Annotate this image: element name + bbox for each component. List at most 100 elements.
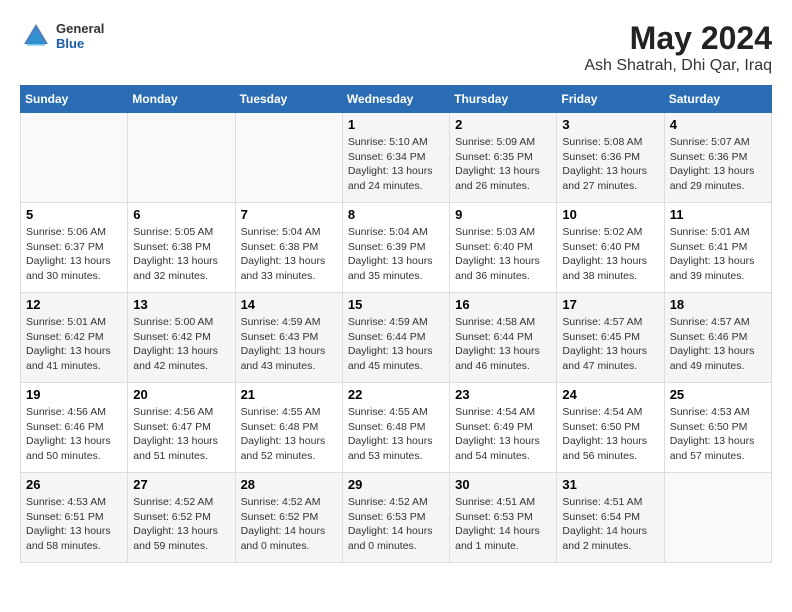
logo-general: General <box>56 21 104 36</box>
day-info: Sunrise: 4:53 AM Sunset: 6:50 PM Dayligh… <box>670 405 766 464</box>
calendar-cell <box>21 113 128 203</box>
calendar-cell <box>664 473 771 563</box>
calendar-week-row: 1 Sunrise: 5:10 AM Sunset: 6:34 PM Daylig… <box>21 113 772 203</box>
calendar-cell: 26 Sunrise: 4:53 AM Sunset: 6:51 PM Dayli… <box>21 473 128 563</box>
day-number: 7 <box>241 207 337 222</box>
day-number: 4 <box>670 117 766 132</box>
logo-icon <box>20 20 52 52</box>
calendar-cell: 2Sunrise: 5:09 AM Sunset: 6:35 PM Daylig… <box>450 113 557 203</box>
day-number: 30 <box>455 477 551 492</box>
day-info: Sunrise: 5:04 AM Sunset: 6:38 PM Dayligh… <box>241 225 337 284</box>
calendar-header-row: SundayMondayTuesdayWednesdayThursdayFrid… <box>21 86 772 113</box>
title-block: May 2024 Ash Shatrah, Dhi Qar, Iraq <box>584 20 772 75</box>
calendar-cell: 27 Sunrise: 4:52 AM Sunset: 6:52 PM Dayli… <box>128 473 235 563</box>
day-info: Sunrise: 5:08 AM Sunset: 6:36 PM Dayligh… <box>562 135 658 194</box>
day-number: 16 <box>455 297 551 312</box>
day-info: Sunrise: 4:59 AM Sunset: 6:43 PM Dayligh… <box>241 315 337 374</box>
day-info: Sunrise: 4:58 AM Sunset: 6:44 PM Dayligh… <box>455 315 551 374</box>
calendar-cell: 10Sunrise: 5:02 AM Sunset: 6:40 PM Dayli… <box>557 203 664 293</box>
day-number: 26 <box>26 477 122 492</box>
calendar-cell: 18Sunrise: 4:57 AM Sunset: 6:46 PM Dayli… <box>664 293 771 383</box>
day-info: Sunrise: 5:00 AM Sunset: 6:42 PM Dayligh… <box>133 315 229 374</box>
day-number: 13 <box>133 297 229 312</box>
day-info: Sunrise: 5:05 AM Sunset: 6:38 PM Dayligh… <box>133 225 229 284</box>
day-info: Sunrise: 4:53 AM Sunset: 6:51 PM Dayligh… <box>26 495 122 554</box>
header-day-sunday: Sunday <box>21 86 128 113</box>
day-info: Sunrise: 5:06 AM Sunset: 6:37 PM Dayligh… <box>26 225 122 284</box>
day-info: Sunrise: 4:51 AM Sunset: 6:53 PM Dayligh… <box>455 495 551 554</box>
day-info: Sunrise: 4:55 AM Sunset: 6:48 PM Dayligh… <box>241 405 337 464</box>
day-number: 14 <box>241 297 337 312</box>
day-number: 11 <box>670 207 766 222</box>
page-title: May 2024 <box>584 20 772 57</box>
page-subtitle: Ash Shatrah, Dhi Qar, Iraq <box>584 57 772 75</box>
header-day-wednesday: Wednesday <box>342 86 449 113</box>
calendar-cell: 24 Sunrise: 4:54 AM Sunset: 6:50 PM Dayli… <box>557 383 664 473</box>
day-info: Sunrise: 5:07 AM Sunset: 6:36 PM Dayligh… <box>670 135 766 194</box>
day-info: Sunrise: 5:01 AM Sunset: 6:42 PM Dayligh… <box>26 315 122 374</box>
calendar-week-row: 19 Sunrise: 4:56 AM Sunset: 6:46 PM Dayli… <box>21 383 772 473</box>
day-number: 28 <box>241 477 337 492</box>
day-info: Sunrise: 5:10 AM Sunset: 6:34 PM Dayligh… <box>348 135 444 194</box>
day-number: 5 <box>26 207 122 222</box>
calendar-cell: 12 Sunrise: 5:01 AM Sunset: 6:42 PM Dayli… <box>21 293 128 383</box>
calendar-cell: 19 Sunrise: 4:56 AM Sunset: 6:46 PM Dayli… <box>21 383 128 473</box>
header-day-thursday: Thursday <box>450 86 557 113</box>
day-number: 3 <box>562 117 658 132</box>
calendar-cell: 11Sunrise: 5:01 AM Sunset: 6:41 PM Dayli… <box>664 203 771 293</box>
day-number: 20 <box>133 387 229 402</box>
calendar-cell: 7 Sunrise: 5:04 AM Sunset: 6:38 PM Daylig… <box>235 203 342 293</box>
day-number: 31 <box>562 477 658 492</box>
calendar-cell: 5 Sunrise: 5:06 AM Sunset: 6:37 PM Daylig… <box>21 203 128 293</box>
header-day-friday: Friday <box>557 86 664 113</box>
calendar-cell: 16 Sunrise: 4:58 AM Sunset: 6:44 PM Dayli… <box>450 293 557 383</box>
day-number: 27 <box>133 477 229 492</box>
calendar-cell: 23Sunrise: 4:54 AM Sunset: 6:49 PM Dayli… <box>450 383 557 473</box>
calendar-cell: 3 Sunrise: 5:08 AM Sunset: 6:36 PM Daylig… <box>557 113 664 203</box>
day-number: 15 <box>348 297 444 312</box>
day-info: Sunrise: 4:56 AM Sunset: 6:46 PM Dayligh… <box>26 405 122 464</box>
calendar-table: SundayMondayTuesdayWednesdayThursdayFrid… <box>20 85 772 563</box>
calendar-cell: 20 Sunrise: 4:56 AM Sunset: 6:47 PM Dayli… <box>128 383 235 473</box>
calendar-cell: 1 Sunrise: 5:10 AM Sunset: 6:34 PM Daylig… <box>342 113 449 203</box>
calendar-cell: 29Sunrise: 4:52 AM Sunset: 6:53 PM Dayli… <box>342 473 449 563</box>
header-day-tuesday: Tuesday <box>235 86 342 113</box>
calendar-cell <box>235 113 342 203</box>
header-day-saturday: Saturday <box>664 86 771 113</box>
day-number: 24 <box>562 387 658 402</box>
day-number: 17 <box>562 297 658 312</box>
day-number: 12 <box>26 297 122 312</box>
header-day-monday: Monday <box>128 86 235 113</box>
calendar-cell: 22Sunrise: 4:55 AM Sunset: 6:48 PM Dayli… <box>342 383 449 473</box>
calendar-week-row: 12 Sunrise: 5:01 AM Sunset: 6:42 PM Dayli… <box>21 293 772 383</box>
day-number: 1 <box>348 117 444 132</box>
day-number: 23 <box>455 387 551 402</box>
page-header: General Blue May 2024 Ash Shatrah, Dhi Q… <box>20 20 772 75</box>
day-info: Sunrise: 4:51 AM Sunset: 6:54 PM Dayligh… <box>562 495 658 554</box>
calendar-week-row: 5 Sunrise: 5:06 AM Sunset: 6:37 PM Daylig… <box>21 203 772 293</box>
calendar-cell: 6 Sunrise: 5:05 AM Sunset: 6:38 PM Daylig… <box>128 203 235 293</box>
day-info: Sunrise: 4:52 AM Sunset: 6:53 PM Dayligh… <box>348 495 444 554</box>
day-info: Sunrise: 5:04 AM Sunset: 6:39 PM Dayligh… <box>348 225 444 284</box>
day-info: Sunrise: 4:57 AM Sunset: 6:46 PM Dayligh… <box>670 315 766 374</box>
day-info: Sunrise: 4:52 AM Sunset: 6:52 PM Dayligh… <box>241 495 337 554</box>
calendar-cell: 25 Sunrise: 4:53 AM Sunset: 6:50 PM Dayli… <box>664 383 771 473</box>
day-info: Sunrise: 4:59 AM Sunset: 6:44 PM Dayligh… <box>348 315 444 374</box>
logo-blue: Blue <box>56 36 104 51</box>
day-info: Sunrise: 4:54 AM Sunset: 6:50 PM Dayligh… <box>562 405 658 464</box>
calendar-cell: 4 Sunrise: 5:07 AM Sunset: 6:36 PM Daylig… <box>664 113 771 203</box>
day-number: 22 <box>348 387 444 402</box>
day-number: 8 <box>348 207 444 222</box>
calendar-cell: 30 Sunrise: 4:51 AM Sunset: 6:53 PM Dayli… <box>450 473 557 563</box>
day-info: Sunrise: 5:02 AM Sunset: 6:40 PM Dayligh… <box>562 225 658 284</box>
day-number: 6 <box>133 207 229 222</box>
day-number: 9 <box>455 207 551 222</box>
calendar-cell: 13 Sunrise: 5:00 AM Sunset: 6:42 PM Dayli… <box>128 293 235 383</box>
calendar-cell: 28 Sunrise: 4:52 AM Sunset: 6:52 PM Dayli… <box>235 473 342 563</box>
day-number: 25 <box>670 387 766 402</box>
day-number: 19 <box>26 387 122 402</box>
day-info: Sunrise: 4:52 AM Sunset: 6:52 PM Dayligh… <box>133 495 229 554</box>
day-info: Sunrise: 4:56 AM Sunset: 6:47 PM Dayligh… <box>133 405 229 464</box>
logo: General Blue <box>20 20 104 52</box>
logo-text: General Blue <box>56 21 104 51</box>
